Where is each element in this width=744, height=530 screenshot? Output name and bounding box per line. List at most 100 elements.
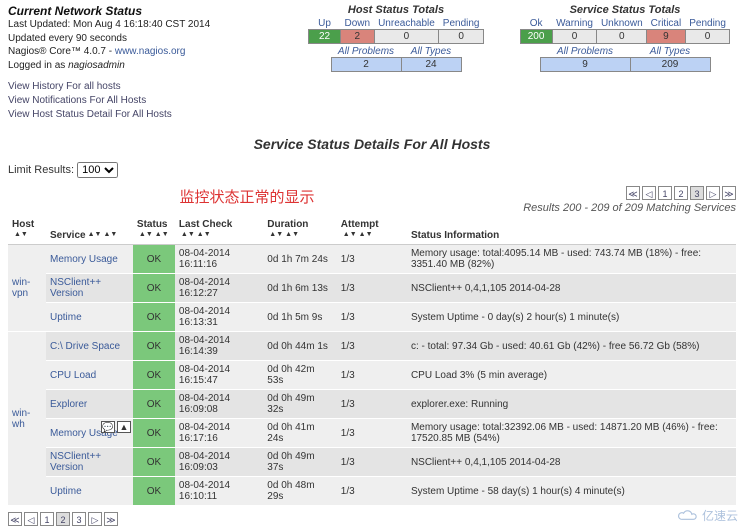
comment-icon[interactable]: 💬 <box>101 421 115 433</box>
val-crit[interactable]: 9 <box>647 30 686 44</box>
service-link[interactable]: C:\ Drive Space <box>50 341 120 352</box>
cell-info: c: - total: 97.34 Gb - used: 40.61 Gb (4… <box>407 332 736 361</box>
service-table: Host▲▼ Service▲▼▲▼ Status▲▼▲▼ Last Check… <box>8 216 736 506</box>
product-link[interactable]: www.nagios.org <box>115 46 186 57</box>
hdr-down[interactable]: Down <box>345 18 371 29</box>
hdr-allprob-h[interactable]: All Problems <box>338 46 394 57</box>
service-link[interactable]: NSClient++ Version <box>50 277 101 299</box>
val-unk[interactable]: 0 <box>597 30 647 44</box>
service-link[interactable]: Memory Usage <box>50 254 118 265</box>
th-lastcheck[interactable]: Last Check▲▼▲▼ <box>175 216 263 245</box>
val-allprob-s[interactable]: 9 <box>540 58 630 72</box>
status-badge: OK <box>133 448 175 477</box>
cell-info: NSClient++ 0,4,1,105 2014-04-28 <box>407 274 736 303</box>
limit-select[interactable]: 100 <box>77 162 118 178</box>
link-history[interactable]: View History For all hosts <box>8 80 278 94</box>
val-unreach[interactable]: 0 <box>374 30 439 44</box>
th-duration[interactable]: Duration▲▼▲▼ <box>263 216 336 245</box>
cell-info: System Uptime - 0 day(s) 2 hour(s) 1 min… <box>407 303 736 332</box>
page-1[interactable]: 1 <box>40 512 54 526</box>
page-last-icon[interactable]: ≫ <box>722 186 736 200</box>
cell-last: 08-04-2014 16:17:16 <box>175 419 263 448</box>
table-row: UptimeOK08-04-2014 16:10:110d 0h 48m 29s… <box>8 477 736 506</box>
hdr-unk[interactable]: Unknown <box>601 18 643 29</box>
hdr-unreach[interactable]: Unreachable <box>378 18 435 29</box>
cell-last: 08-04-2014 16:09:08 <box>175 390 263 419</box>
page-first-icon[interactable]: ≪ <box>626 186 640 200</box>
th-attempt[interactable]: Attempt▲▼▲▼ <box>337 216 407 245</box>
th-host[interactable]: Host▲▼ <box>8 216 46 245</box>
status-badge: OK <box>133 332 175 361</box>
hdr-pending[interactable]: Pending <box>443 18 480 29</box>
page-prev-icon[interactable]: ◁ <box>642 186 656 200</box>
service-link[interactable]: NSClient++ Version <box>50 451 101 473</box>
table-row: CPU LoadOK08-04-2014 16:15:470d 0h 42m 5… <box>8 361 736 390</box>
hdr-allprob-s[interactable]: All Problems <box>557 46 613 57</box>
annotation-text: 监控状态正常的显示 <box>8 186 486 207</box>
service-link[interactable]: Uptime <box>50 312 82 323</box>
page-3[interactable]: 3 <box>72 512 86 526</box>
page-2[interactable]: 2 <box>674 186 688 200</box>
host-link[interactable]: win-wh <box>12 408 30 430</box>
watermark: 亿速云 <box>677 507 738 524</box>
val-alltypes-s[interactable]: 209 <box>630 58 710 72</box>
hdr-up[interactable]: Up <box>318 18 331 29</box>
cell-att: 1/3 <box>337 419 407 448</box>
limit-label: Limit Results: <box>8 164 74 176</box>
hdr-warn[interactable]: Warning <box>556 18 593 29</box>
cell-att: 1/3 <box>337 332 407 361</box>
flap-icon[interactable]: ▲ <box>117 421 131 433</box>
link-hoststatus[interactable]: View Host Status Detail For All Hosts <box>8 108 278 122</box>
service-link[interactable]: Explorer <box>50 399 87 410</box>
hdr-alltypes-s[interactable]: All Types <box>650 46 690 57</box>
pager-bottom: ≪◁123▷≫ <box>8 512 118 526</box>
link-notifications[interactable]: View Notifications For All Hosts <box>8 94 278 108</box>
cell-att: 1/3 <box>337 361 407 390</box>
page-3[interactable]: 3 <box>690 186 704 200</box>
page-first-icon[interactable]: ≪ <box>8 512 22 526</box>
hdr-crit[interactable]: Critical <box>651 18 682 29</box>
host-totals-table: Up Down Unreachable Pending 22 2 0 0 <box>308 18 484 44</box>
val-up[interactable]: 22 <box>309 30 341 44</box>
val-pend[interactable]: 0 <box>685 30 730 44</box>
host-link[interactable]: win-vpn <box>12 277 30 299</box>
th-status[interactable]: Status▲▼▲▼ <box>133 216 175 245</box>
hdr-ok[interactable]: Ok <box>530 18 543 29</box>
page-next-icon[interactable]: ▷ <box>706 186 720 200</box>
cell-info: CPU Load 3% (5 min average) <box>407 361 736 390</box>
section-title: Service Status Details For All Hosts <box>8 136 736 152</box>
cell-att: 1/3 <box>337 390 407 419</box>
cell-dur: 0d 1h 5m 9s <box>263 303 336 332</box>
status-badge: OK <box>133 303 175 332</box>
th-service[interactable]: Service▲▼▲▼ <box>46 216 133 245</box>
page-2[interactable]: 2 <box>56 512 70 526</box>
cell-att: 1/3 <box>337 303 407 332</box>
page-next-icon[interactable]: ▷ <box>88 512 102 526</box>
service-link[interactable]: CPU Load <box>50 370 96 381</box>
table-row: win-vpnMemory UsageOK08-04-2014 16:11:16… <box>8 245 736 274</box>
page-last-icon[interactable]: ≫ <box>104 512 118 526</box>
cell-dur: 0d 0h 42m 53s <box>263 361 336 390</box>
service-link[interactable]: Uptime <box>50 486 82 497</box>
cell-att: 1/3 <box>337 448 407 477</box>
hdr-pend[interactable]: Pending <box>689 18 726 29</box>
cell-att: 1/3 <box>337 245 407 274</box>
th-info: Status Information <box>407 216 736 245</box>
hdr-alltypes-h[interactable]: All Types <box>411 46 451 57</box>
table-row: win-whC:\ Drive SpaceOK08-04-2014 16:14:… <box>8 332 736 361</box>
val-down[interactable]: 2 <box>341 30 375 44</box>
status-badge: OK <box>133 419 175 448</box>
page-prev-icon[interactable]: ◁ <box>24 512 38 526</box>
page-1[interactable]: 1 <box>658 186 672 200</box>
cell-info: Memory usage: total:32392.06 MB - used: … <box>407 419 736 448</box>
val-pending[interactable]: 0 <box>439 30 484 44</box>
status-badge: OK <box>133 361 175 390</box>
val-allprob-h[interactable]: 2 <box>331 58 401 72</box>
table-row: UptimeOK08-04-2014 16:13:310d 1h 5m 9s1/… <box>8 303 736 332</box>
val-warn[interactable]: 0 <box>552 30 597 44</box>
host-totals-title: Host Status Totals <box>286 4 506 16</box>
cell-dur: 0d 1h 6m 13s <box>263 274 336 303</box>
svc-totals-title: Service Status Totals <box>514 4 736 16</box>
val-ok[interactable]: 200 <box>520 30 552 44</box>
val-alltypes-h[interactable]: 24 <box>401 58 461 72</box>
